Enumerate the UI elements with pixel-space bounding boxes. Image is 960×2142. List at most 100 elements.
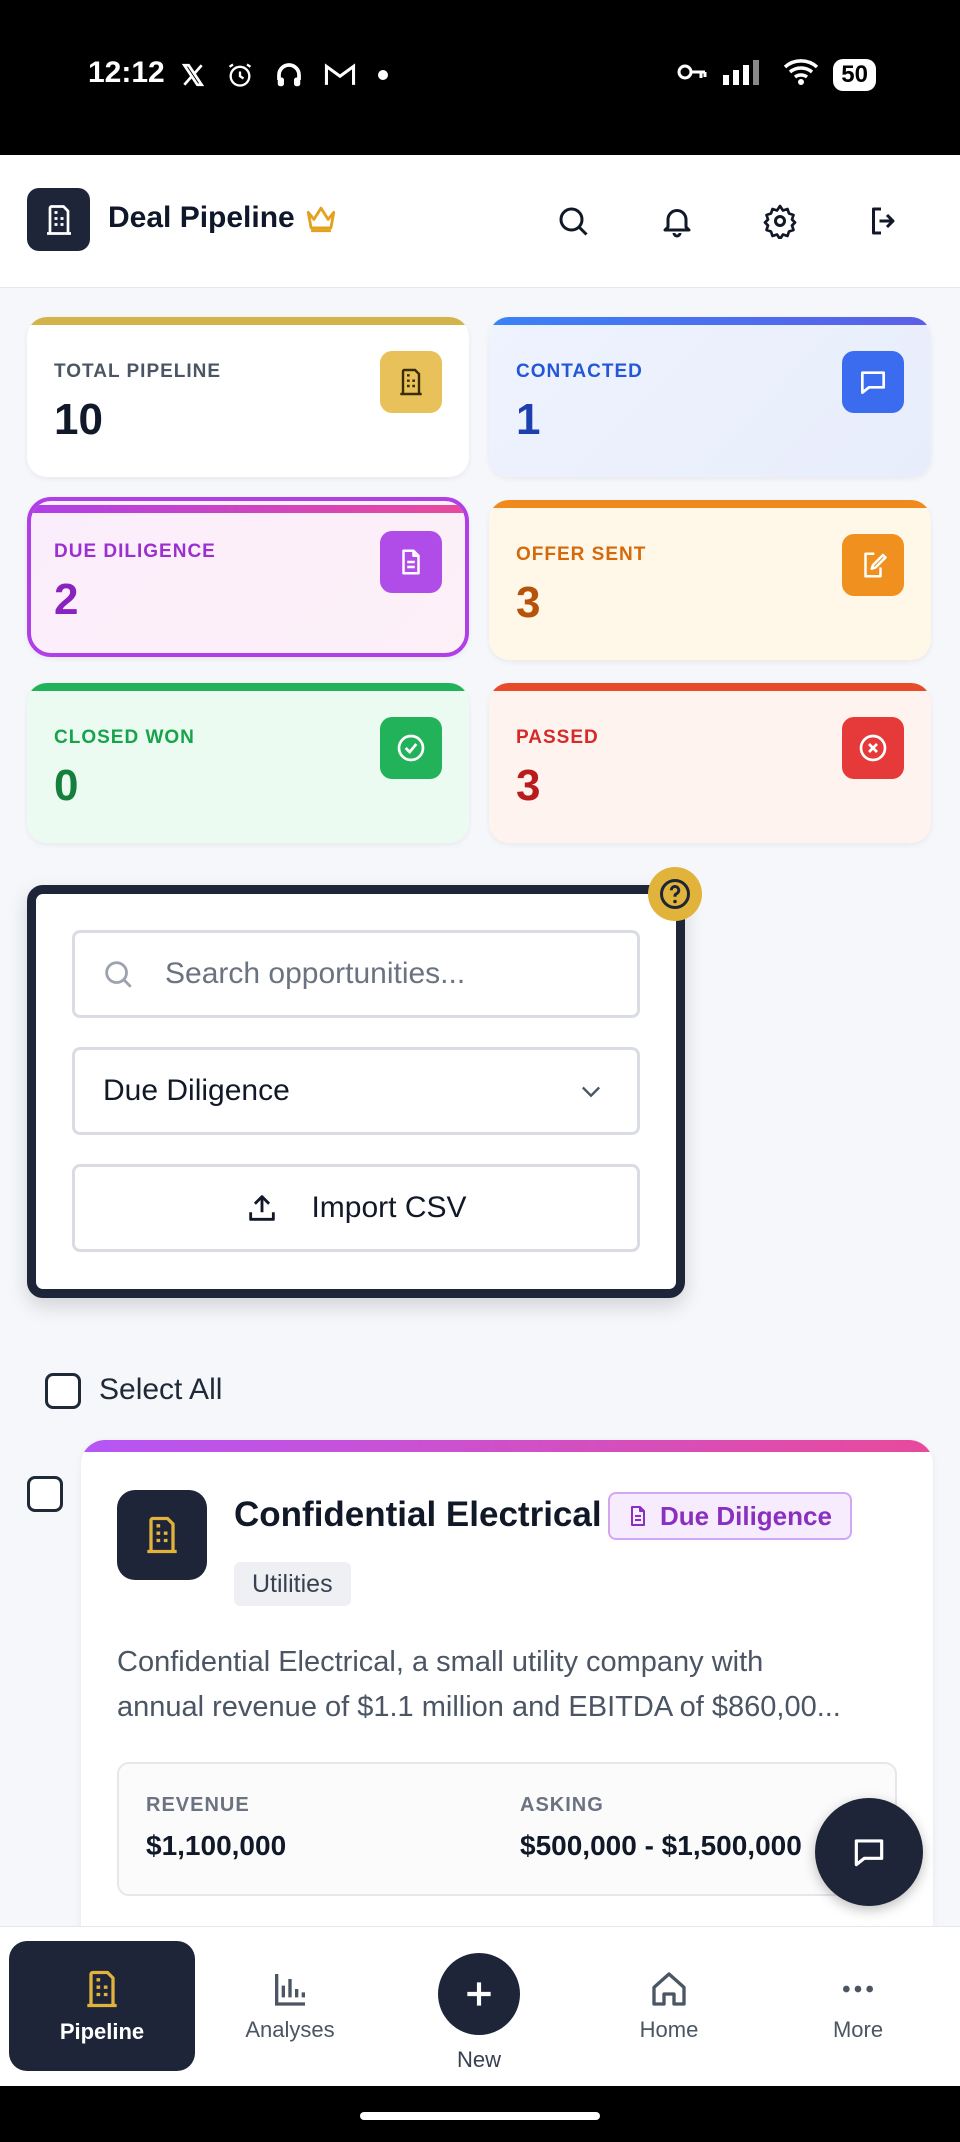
import-csv-button[interactable]: Import CSV xyxy=(72,1164,640,1252)
bell-icon[interactable] xyxy=(655,199,699,243)
select-all-label: Select All xyxy=(99,1373,223,1406)
nav-analyses[interactable]: Analyses xyxy=(197,1941,383,2071)
card-accent-bar xyxy=(489,683,931,691)
deal-description-line: annual revenue of $1.1 million and EBITD… xyxy=(117,1691,841,1723)
building-icon xyxy=(147,1516,177,1554)
plus-icon xyxy=(467,1982,491,2006)
building-icon xyxy=(380,351,442,413)
chat-button[interactable] xyxy=(815,1798,923,1906)
message-icon xyxy=(842,351,904,413)
nav-new-button[interactable] xyxy=(438,1953,520,2035)
revenue-label: REVENUE xyxy=(146,1794,250,1816)
nav-more-label: More xyxy=(832,2017,884,2042)
stat-card-offer-sent[interactable]: OFFER SENT 3 xyxy=(489,500,931,660)
deal-industry-tag: Utilities xyxy=(234,1562,351,1606)
help-icon[interactable] xyxy=(648,867,702,921)
stage-select-value: Due Diligence xyxy=(103,1074,290,1107)
app-header: Deal Pipeline xyxy=(0,155,960,288)
stat-label: DUE DILIGENCE xyxy=(54,541,216,562)
search-placeholder: Search opportunities... xyxy=(165,957,466,990)
upload-icon xyxy=(245,1191,279,1225)
stat-value: 1 xyxy=(516,395,541,444)
key-icon xyxy=(677,61,707,88)
dot-icon xyxy=(376,68,390,87)
gesture-area xyxy=(0,2086,960,2142)
stat-label: CLOSED WON xyxy=(54,727,195,748)
app-logo xyxy=(27,188,90,251)
x-icon xyxy=(180,62,206,93)
nav-more[interactable]: More xyxy=(765,1941,951,2071)
nav-new-label: New xyxy=(456,2047,501,2072)
card-accent-bar xyxy=(489,500,931,508)
building-icon xyxy=(46,204,71,235)
stat-value: 0 xyxy=(54,761,79,810)
deal-financials: REVENUE $1,100,000 ASKING $500,000 - $1,… xyxy=(117,1762,897,1896)
nav-analyses-label: Analyses xyxy=(245,2017,335,2042)
home-icon xyxy=(652,1972,686,2006)
stat-value: 3 xyxy=(516,761,541,810)
deal-status-badge: Due Diligence xyxy=(608,1492,852,1540)
document-icon xyxy=(380,531,442,593)
stat-value: 3 xyxy=(516,578,541,627)
card-accent-bar xyxy=(489,317,931,325)
deal-logo xyxy=(117,1490,207,1580)
stat-card-closed-won[interactable]: CLOSED WON 0 xyxy=(27,683,469,843)
document-icon xyxy=(631,1506,645,1526)
asking-value: $500,000 - $1,500,000 xyxy=(520,1830,802,1861)
nav-home[interactable]: Home xyxy=(576,1941,762,2071)
deal-accent-bar xyxy=(81,1440,933,1452)
deal-description-line: Confidential Electrical, a small utility… xyxy=(117,1646,764,1678)
more-icon xyxy=(843,1985,873,1993)
card-accent-bar xyxy=(27,683,469,691)
gear-icon[interactable] xyxy=(758,199,802,243)
stat-card-total-pipeline[interactable]: TOTAL PIPELINE 10 xyxy=(27,317,469,477)
signal-icon xyxy=(721,59,769,90)
search-icon[interactable] xyxy=(551,199,595,243)
stat-value: 10 xyxy=(54,395,103,444)
status-system-icons: 50 xyxy=(677,58,876,91)
stat-value: 2 xyxy=(54,575,79,624)
status-notification-icons xyxy=(180,60,390,95)
card-accent-bar xyxy=(27,317,469,325)
bottom-nav: Pipeline Analyses New Home More xyxy=(0,1926,960,2086)
import-csv-label: Import CSV xyxy=(311,1191,467,1224)
bar-chart-icon xyxy=(275,1974,305,2006)
chat-icon xyxy=(854,1839,884,1867)
stat-card-contacted[interactable]: CONTACTED 1 xyxy=(489,317,931,477)
revenue-value: $1,100,000 xyxy=(146,1830,287,1861)
edit-document-icon xyxy=(842,534,904,596)
stat-label: TOTAL PIPELINE xyxy=(54,361,222,382)
nav-pipeline-label: Pipeline xyxy=(59,2019,145,2044)
stat-label: PASSED xyxy=(516,727,599,748)
logout-icon[interactable] xyxy=(862,199,906,243)
x-circle-icon xyxy=(842,717,904,779)
deal-description: Confidential Electrical, a small utility… xyxy=(117,1640,907,1730)
crown-icon xyxy=(304,203,338,238)
search-input[interactable]: Search opportunities... xyxy=(72,930,640,1018)
deal-card[interactable]: Confidential Electrical Due Diligence Ut… xyxy=(81,1440,933,1960)
deal-name: Confidential Electrical xyxy=(234,1495,602,1534)
stat-card-passed[interactable]: PASSED 3 xyxy=(489,683,931,843)
status-bar: 12:12 50 xyxy=(0,0,960,155)
nav-pipeline[interactable]: Pipeline xyxy=(9,1941,195,2071)
wifi-icon xyxy=(783,58,819,91)
chevron-down-icon xyxy=(577,1077,605,1105)
nav-home-label: Home xyxy=(639,2017,699,2042)
card-accent-bar xyxy=(31,505,465,513)
gmail-icon xyxy=(324,62,356,93)
deal-status-label: Due Diligence xyxy=(660,1500,832,1531)
select-all-checkbox[interactable] xyxy=(45,1373,81,1409)
deal-checkbox[interactable] xyxy=(27,1476,63,1512)
home-gesture-bar[interactable] xyxy=(360,2112,600,2120)
stage-select[interactable]: Due Diligence xyxy=(72,1047,640,1135)
alarm-icon xyxy=(226,61,254,94)
battery-indicator: 50 xyxy=(833,58,876,91)
building-icon xyxy=(87,1970,117,2008)
stat-label: CONTACTED xyxy=(516,361,643,382)
search-icon xyxy=(101,957,135,991)
asking-label: ASKING xyxy=(520,1794,604,1816)
check-circle-icon xyxy=(380,717,442,779)
status-time: 12:12 xyxy=(88,56,165,89)
stat-card-due-diligence[interactable]: DUE DILIGENCE 2 xyxy=(27,497,469,657)
headphones-icon xyxy=(274,60,304,95)
